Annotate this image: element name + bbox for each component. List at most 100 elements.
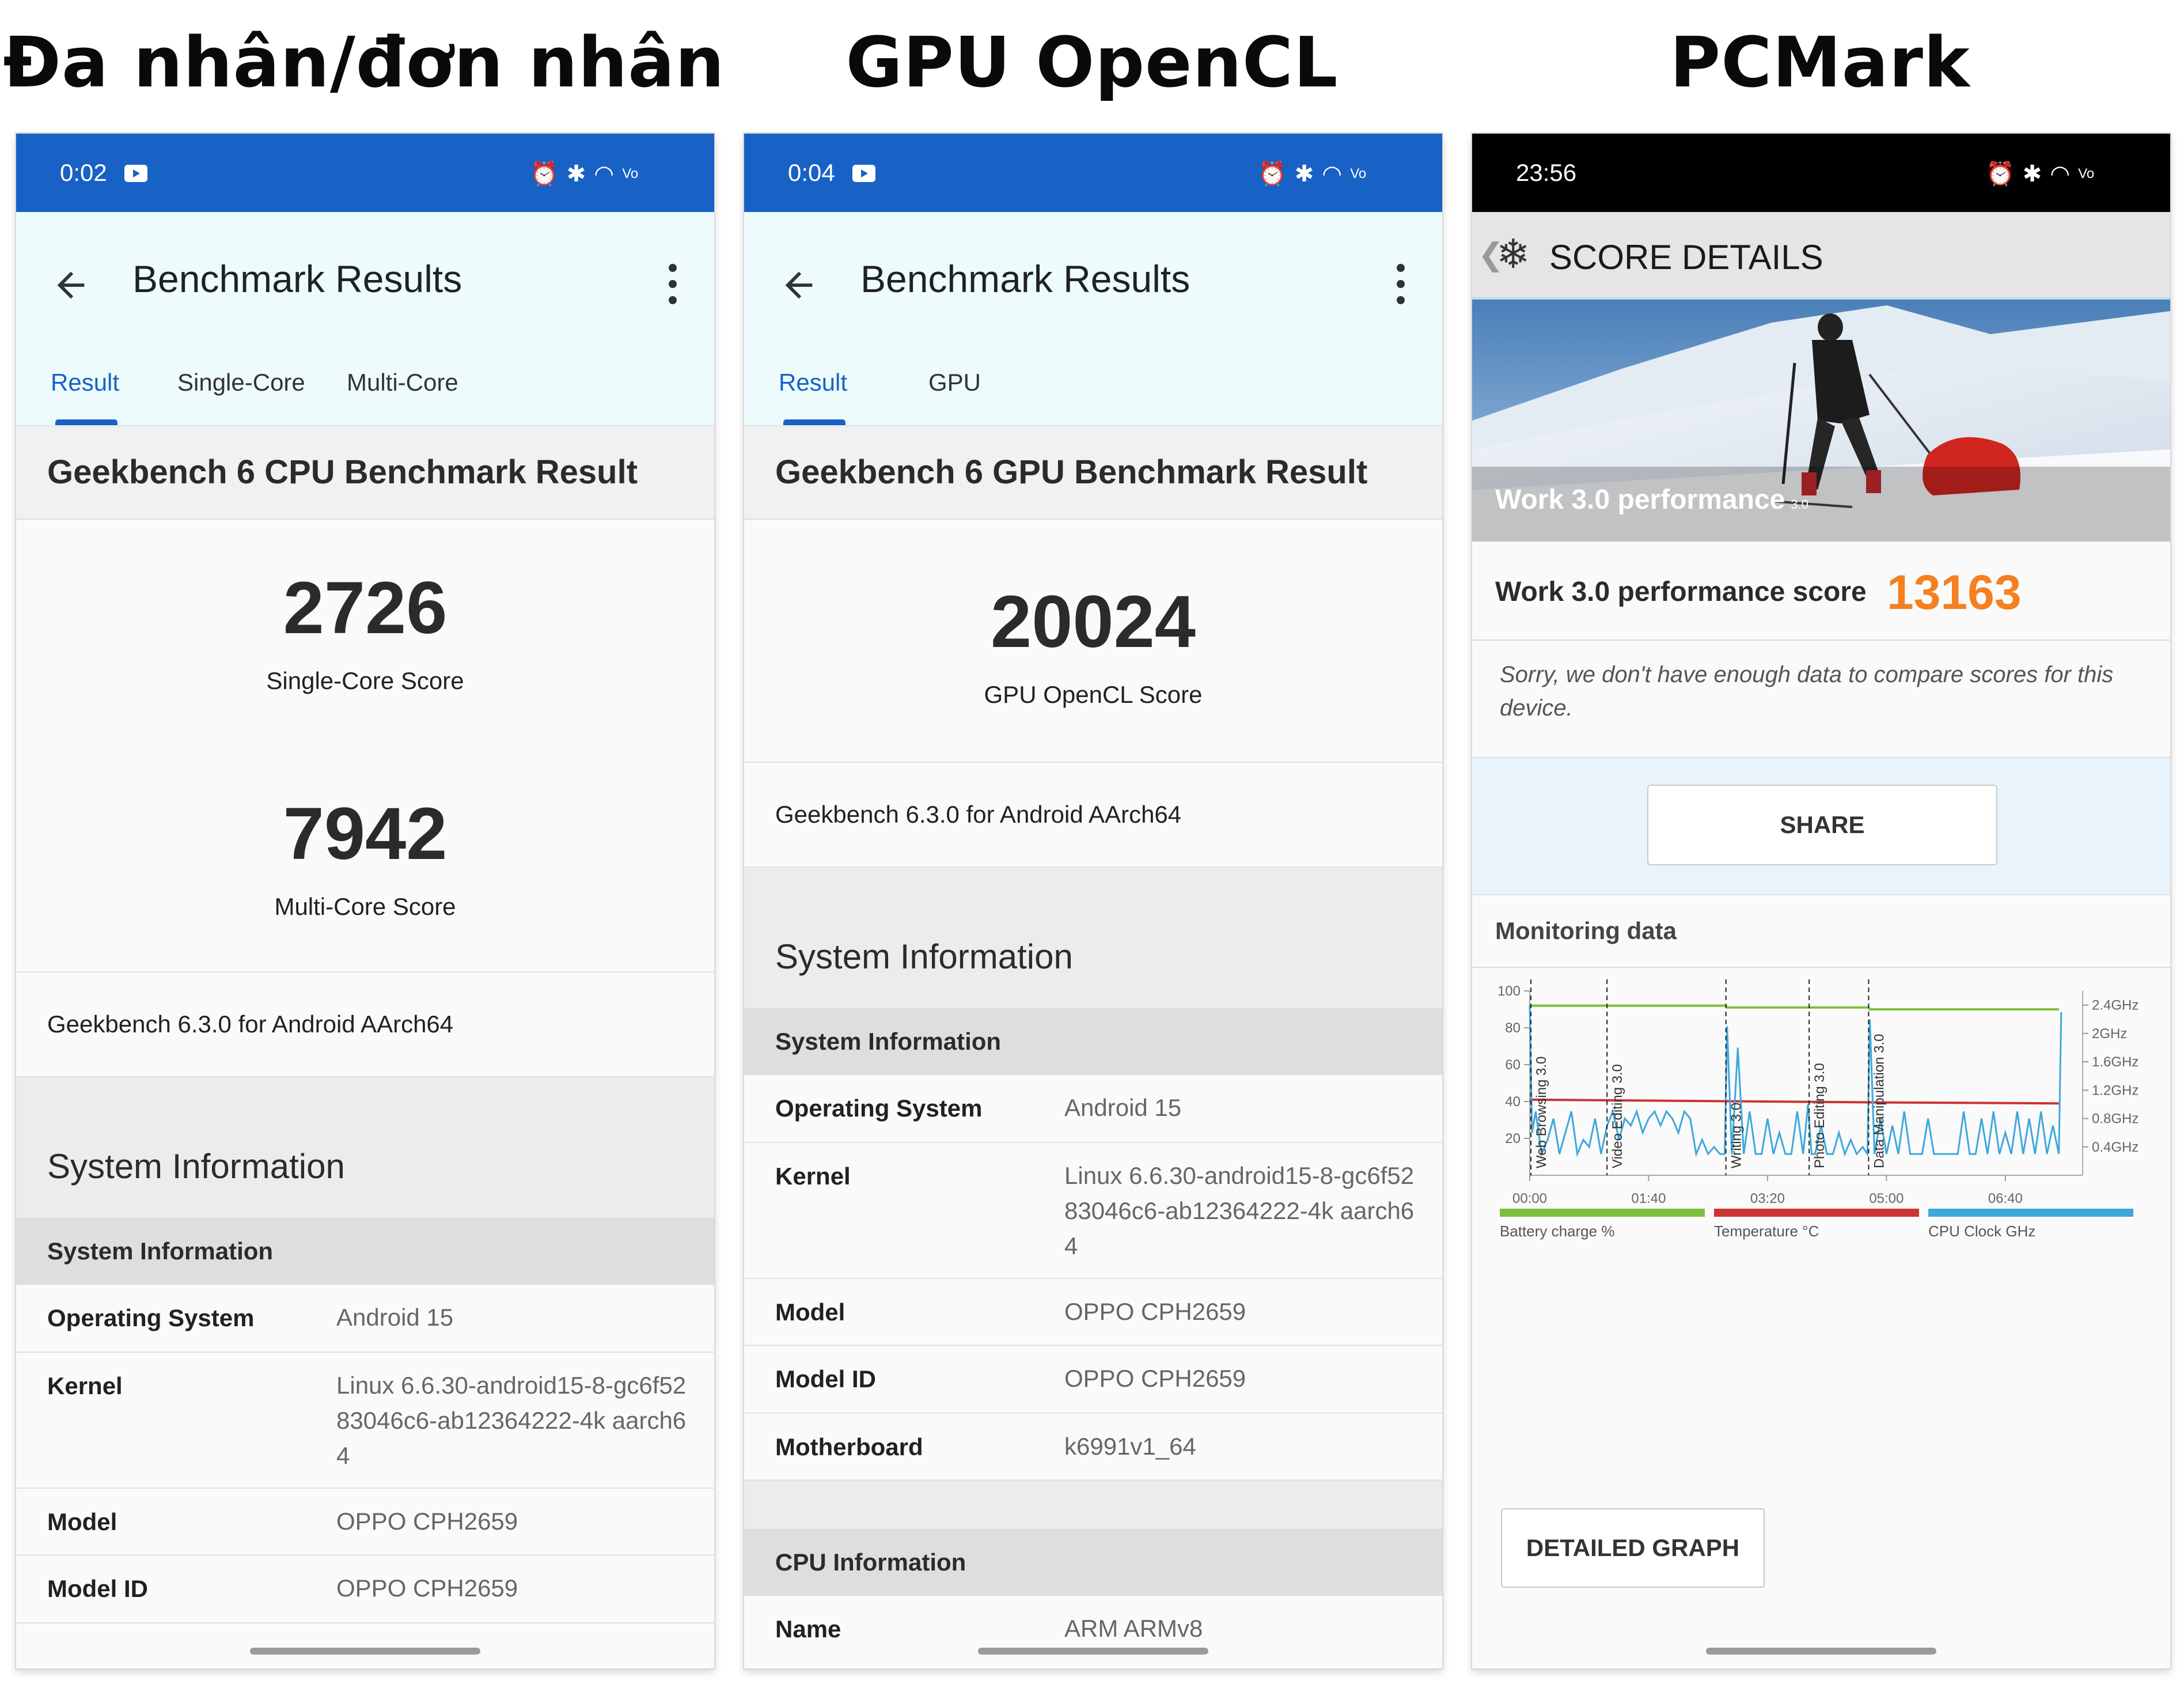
youtube-notification-icon — [852, 165, 875, 182]
info-value: Android 15 — [1064, 1094, 1182, 1121]
status-time: 23:56 — [1516, 159, 1577, 186]
tab-gpu[interactable]: GPU — [928, 369, 981, 396]
chart-left-tick-label: 80 — [1505, 1020, 1521, 1036]
gesture-bar[interactable] — [1706, 1648, 1936, 1655]
back-arrow-icon[interactable] — [51, 265, 91, 305]
info-key: Operating System — [47, 1304, 255, 1331]
hero-caption-text: Work 3.0 performance — [1495, 485, 1785, 515]
info-key: Model — [47, 1508, 117, 1535]
legend-battery-swatch — [1500, 1209, 1705, 1217]
detailed-graph-button[interactable]: DETAILED GRAPH — [1501, 1508, 1765, 1588]
info-row-model-id: Model ID OPPO CPH2659 — [16, 1555, 714, 1623]
status-time: 0:02 — [60, 159, 107, 186]
app-bar-title: Benchmark Results — [860, 258, 1190, 300]
result-section-title: Geekbench 6 GPU Benchmark Result — [775, 453, 1368, 491]
info-key: Name — [775, 1615, 841, 1642]
tab-multi-core[interactable]: Multi-Core — [347, 369, 458, 396]
info-key: Kernel — [47, 1372, 123, 1399]
back-arrow-icon[interactable] — [779, 265, 819, 305]
chart-x-tick-label: 05:00 — [1869, 1191, 1904, 1206]
scores-card: 2726 Single-Core Score 7942 Multi-Core S… — [16, 520, 714, 972]
chart-series-temperature — [1529, 1098, 2059, 1105]
chart-phase-label: Writing 3.0 — [1729, 1103, 1745, 1168]
app-bar: Benchmark Results Result Single-Core Mul… — [16, 212, 714, 426]
tab-single-core[interactable]: Single-Core — [177, 369, 305, 396]
chart-right-tick-label: 2GHz — [2092, 1026, 2127, 1042]
geekbench-version: Geekbench 6.3.0 for Android AArch64 — [775, 801, 1182, 828]
more-options-icon[interactable] — [667, 264, 678, 305]
more-options-icon[interactable] — [1395, 264, 1406, 305]
chart-phase-label: Data Manipulation 3.0 — [1871, 1034, 1887, 1168]
app-bar: Benchmark Results Result GPU — [744, 212, 1442, 426]
column-title-gpu: GPU OpenCL — [845, 23, 1339, 103]
status-bar: 23:56 ⏰✱◠VoLTE▂▄▆█92 — [1472, 134, 2170, 267]
info-row-os: Operating System Android 15 — [744, 1075, 1442, 1143]
info-value: OPPO CPH2659 — [336, 1508, 518, 1535]
info-key: Motherboard — [775, 1433, 923, 1460]
legend-temperature: Temperature °C — [1714, 1209, 1919, 1240]
chart-right-tick-label: 1.2GHz — [2092, 1083, 2138, 1098]
score-details-title: SCORE DETAILS — [1549, 238, 1823, 277]
compare-note-text: Sorry, we don't have enough data to comp… — [1500, 662, 2114, 721]
share-button[interactable]: SHARE — [1647, 785, 1997, 865]
youtube-notification-icon — [124, 165, 147, 182]
chart-phase-label: Photo Editing 3.0 — [1812, 1063, 1827, 1168]
chart-left-tick-label: 60 — [1505, 1057, 1521, 1073]
single-core-score-label: Single-Core Score — [266, 667, 464, 694]
hero-image-skier: Work 3.0 performance 3.0 — [1472, 300, 2170, 542]
version-card: Geekbench 6.3.0 for Android AArch64 — [744, 763, 1442, 868]
gesture-bar[interactable] — [978, 1648, 1208, 1655]
active-tab-indicator — [55, 419, 117, 425]
gesture-bar[interactable] — [250, 1648, 480, 1655]
system-info-header: System Information — [744, 868, 1442, 1008]
info-key: Model ID — [47, 1575, 148, 1602]
tab-result[interactable]: Result — [51, 369, 119, 396]
chart-right-tick-label: 1.6GHz — [2092, 1054, 2138, 1070]
system-info-subtitle: System Information — [775, 1028, 1002, 1055]
tab-result[interactable]: Result — [779, 369, 847, 396]
phone-pcmark-screenshot: 23:56 ⏰✱◠VoLTE▂▄▆█92 ❮ ❄ SCORE DETAILS — [1472, 134, 2170, 1668]
chart-phase-label: Video Editing 3.0 — [1610, 1064, 1625, 1168]
chart-right-tick-label: 2.4GHz — [2092, 998, 2138, 1013]
info-value: Linux 6.6.30-android15-8-gc6f5283046c6-a… — [336, 1372, 687, 1469]
performance-score-label: Work 3.0 performance score — [1495, 577, 1867, 607]
legend-cpu-clock-label: CPU Clock GHz — [1928, 1223, 2036, 1240]
status-bar: 0:04 ⏰✱◠VoLTE▂▄▆█89 — [744, 134, 1442, 267]
chart-x-tick-label: 03:20 — [1750, 1191, 1785, 1206]
cpu-info-title: CPU Information — [775, 1549, 966, 1576]
info-row-kernel: Kernel Linux 6.6.30-android15-8-gc6f5283… — [16, 1353, 714, 1489]
legend-temperature-label: Temperature °C — [1714, 1223, 1819, 1240]
bluetooth-icon: ✱ — [2022, 161, 2042, 187]
column-title-cpu: Đa nhân/đơn nhân — [3, 23, 725, 103]
info-row-model-id: Model ID OPPO CPH2659 — [744, 1346, 1442, 1414]
gpu-opencl-score: 20024 — [991, 581, 1196, 663]
info-row-model: Model OPPO CPH2659 — [744, 1279, 1442, 1346]
system-info-subheader: System Information — [16, 1218, 714, 1285]
monitoring-label: Monitoring data — [1495, 917, 1677, 944]
performance-score-row: Work 3.0 performance score 13163 — [1472, 542, 2170, 641]
share-band: SHARE — [1472, 757, 2170, 895]
alarm-icon: ⏰ — [1985, 161, 2015, 187]
wifi-icon: ◠ — [1322, 161, 1343, 187]
chart-right-tick-label: 0.4GHz — [2092, 1140, 2138, 1155]
chart-right-tick-label: 0.8GHz — [2092, 1111, 2138, 1127]
column-title-pcmark: PCMark — [1670, 23, 1970, 103]
app-bar-title: Benchmark Results — [132, 258, 462, 300]
status-icons: ⏰✱◠VoLTE▂▄▆█92 — [1978, 134, 2118, 267]
info-value: OPPO CPH2659 — [336, 1575, 518, 1602]
chart-left-tick-label: 20 — [1505, 1131, 1521, 1146]
info-row-kernel: Kernel Linux 6.6.30-android15-8-gc6f5283… — [744, 1143, 1442, 1279]
snowflake-icon: ❄ — [1496, 232, 1530, 277]
info-row-motherboard: Motherboard k6991v1_64 — [744, 1414, 1442, 1481]
bluetooth-icon: ✱ — [1294, 161, 1314, 187]
system-info-subtitle: System Information — [47, 1237, 274, 1265]
compare-note: Sorry, we don't have enough data to comp… — [1472, 641, 2170, 756]
info-value: ARM ARMv8 — [1064, 1615, 1203, 1642]
cpu-info-subheader: CPU Information — [744, 1529, 1442, 1596]
chart-phase-label: Web Browsing 3.0 — [1534, 1057, 1549, 1168]
legend-battery: Battery charge % — [1500, 1209, 1705, 1240]
wifi-icon: ◠ — [2050, 161, 2071, 187]
legend-temperature-swatch — [1714, 1209, 1919, 1217]
cpu-info-spacer — [744, 1481, 1442, 1529]
phone-gpu-screenshot: 0:04 ⏰✱◠VoLTE▂▄▆█89 Benchmark Results Re… — [744, 134, 1442, 1668]
